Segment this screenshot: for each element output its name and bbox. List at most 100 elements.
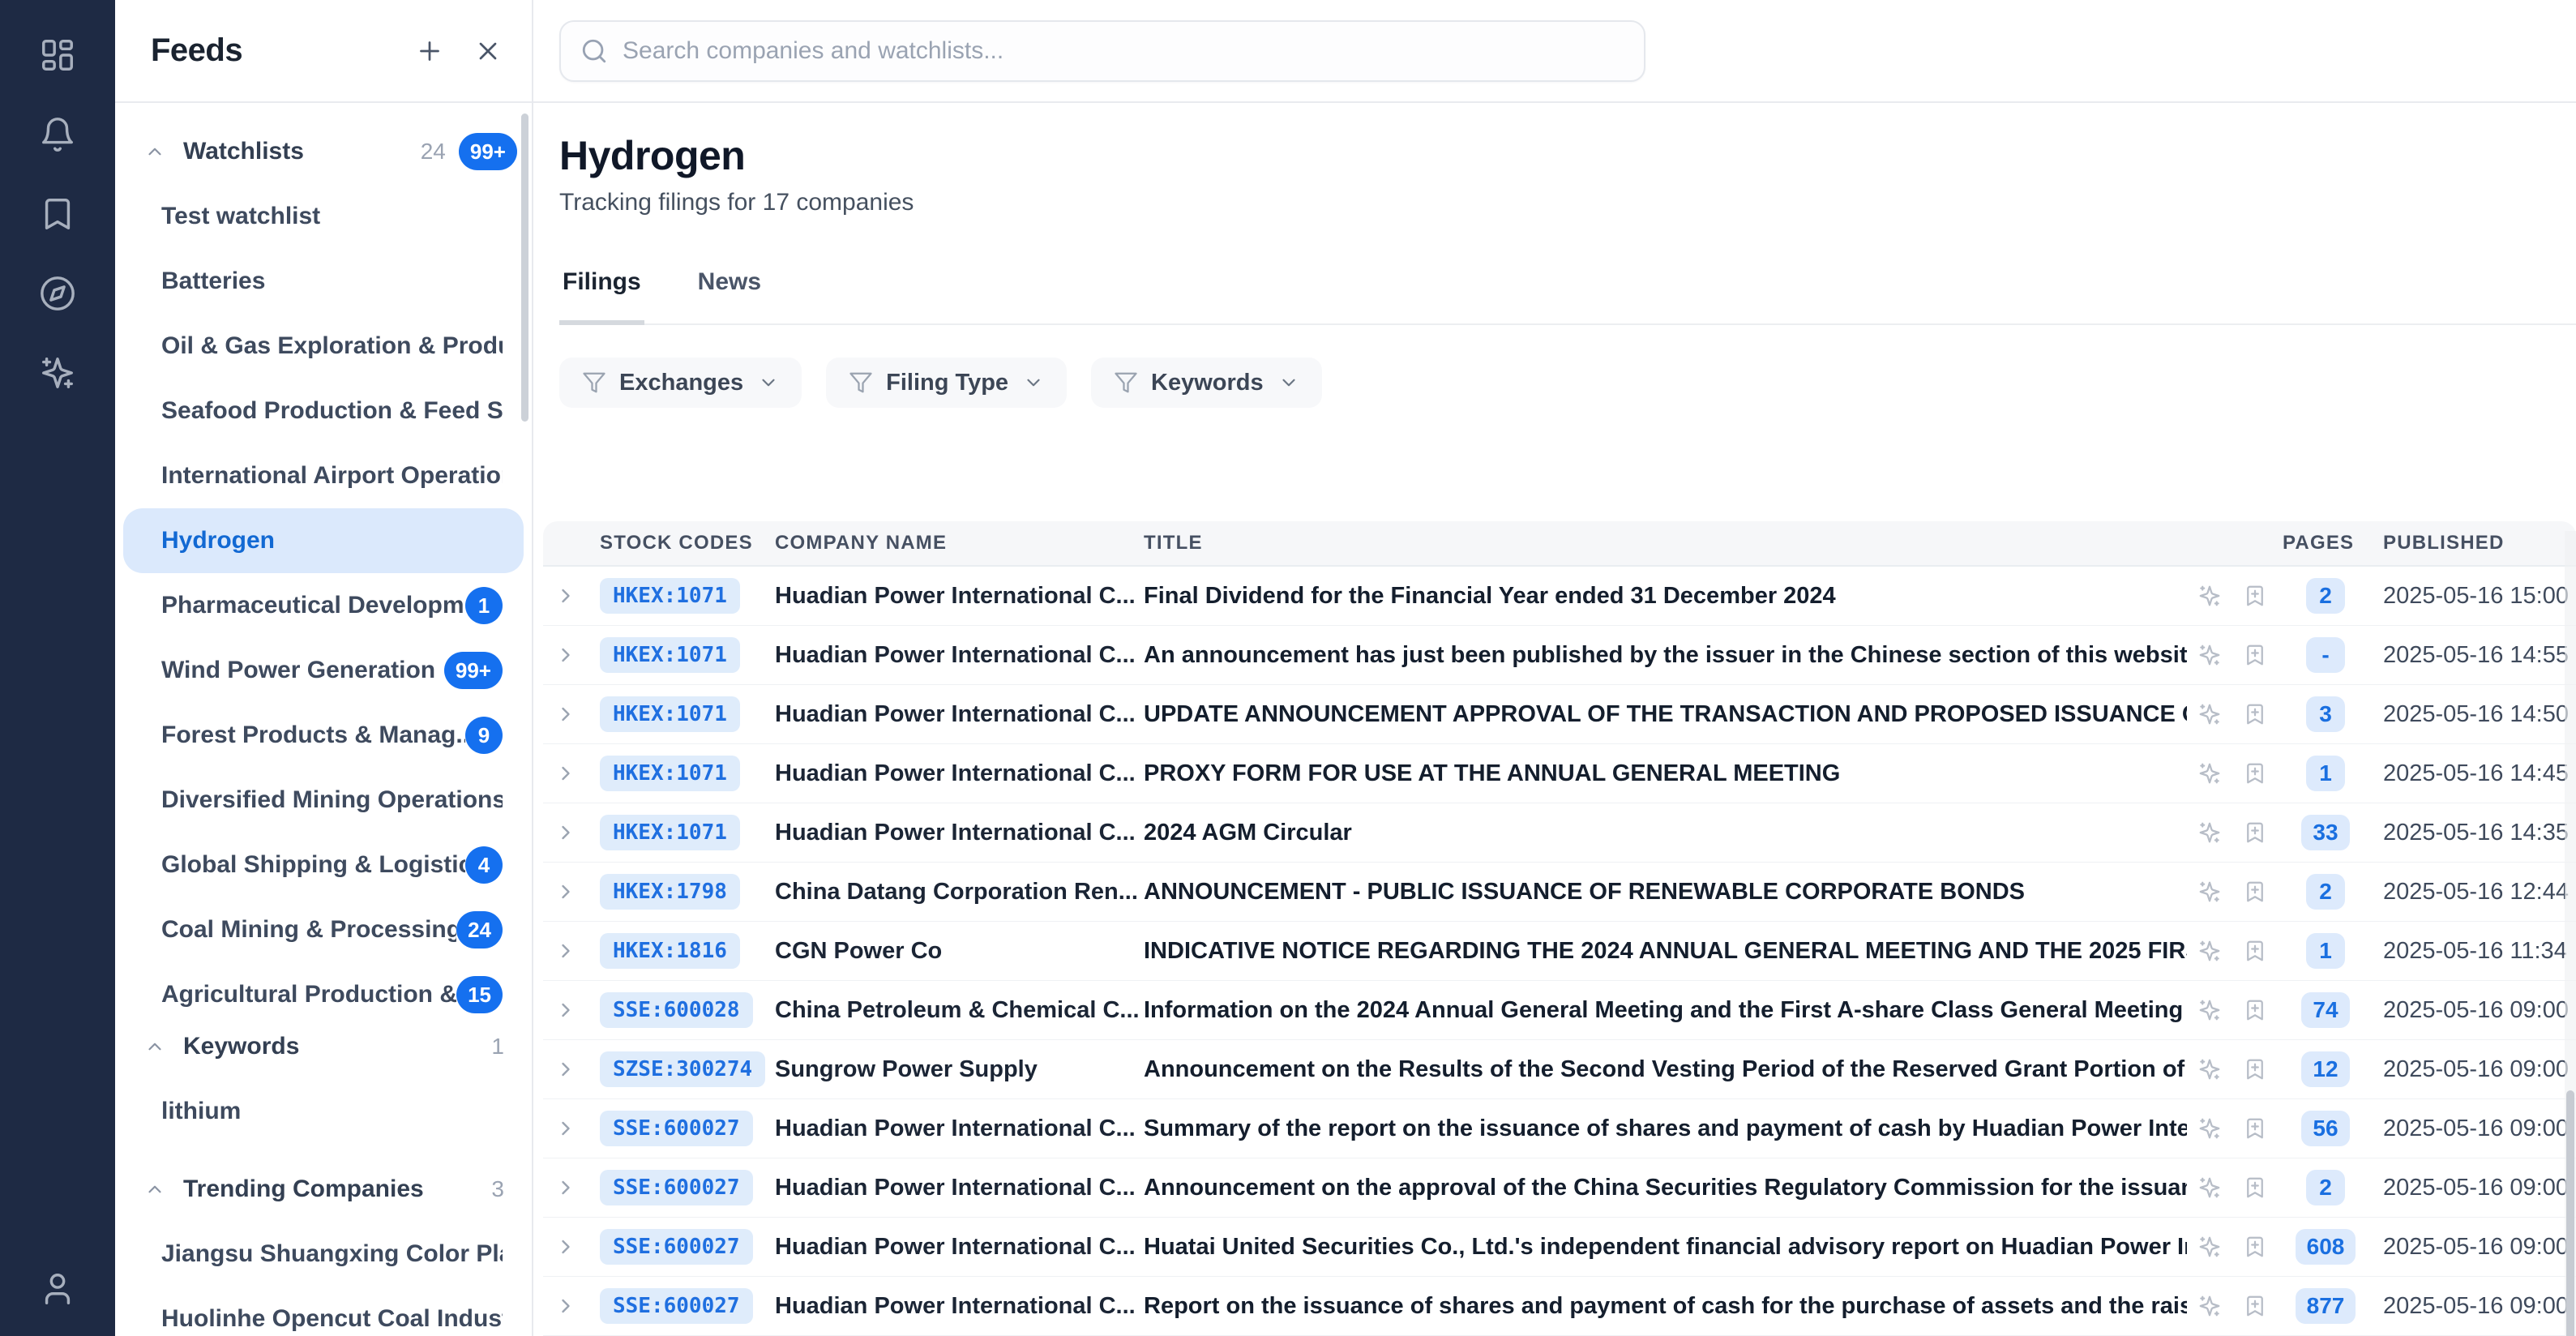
- trending-item[interactable]: Jiangsu Shuangxing Color Plas...: [123, 1222, 524, 1287]
- watchlist-item[interactable]: Wind Power Generation 99+: [123, 638, 524, 703]
- watchlist-item[interactable]: Coal Mining & Processing 24: [123, 897, 524, 962]
- add-feed-button[interactable]: [415, 36, 444, 66]
- table-row[interactable]: HKEX:1071 Huadian Power International C.…: [543, 685, 2576, 744]
- table-row[interactable]: SSE:600027 Huadian Power International C…: [543, 1277, 2576, 1336]
- feeds-panel-scrollbar[interactable]: [521, 113, 528, 422]
- watchlist-item[interactable]: Diversified Mining Operations: [123, 768, 524, 833]
- table-row[interactable]: SSE:600028 China Petroleum & Chemical C.…: [543, 981, 2576, 1040]
- ai-summary-sparkles-icon[interactable]: [2197, 761, 2222, 786]
- bookmark-plus-icon[interactable]: [2243, 1175, 2267, 1200]
- chevron-right-icon[interactable]: [554, 1295, 577, 1317]
- watchlist-item[interactable]: Batteries: [123, 249, 524, 314]
- ai-summary-sparkles-icon[interactable]: [2197, 1294, 2222, 1318]
- chevron-right-icon[interactable]: [554, 1117, 577, 1140]
- table-scrollbar-track[interactable]: [2565, 531, 2576, 1336]
- pages-cell: 2: [2278, 578, 2373, 614]
- funnel-icon: [849, 370, 873, 395]
- bookmark-plus-icon[interactable]: [2243, 1116, 2267, 1141]
- watchlist-item[interactable]: Seafood Production & Feed Su...: [123, 379, 524, 443]
- bookmark-plus-icon[interactable]: [2243, 761, 2267, 786]
- bell-icon[interactable]: [35, 112, 80, 157]
- stock-code-cell: HKEX:1071: [588, 756, 775, 791]
- watchlist-item[interactable]: Test watchlist: [123, 184, 524, 249]
- ai-summary-sparkles-icon[interactable]: [2197, 939, 2222, 963]
- table-row[interactable]: SSE:600027 Huadian Power International C…: [543, 1218, 2576, 1277]
- user-icon[interactable]: [35, 1266, 80, 1312]
- chevron-right-icon[interactable]: [554, 1235, 577, 1258]
- tab[interactable]: News: [695, 268, 764, 325]
- bookmark-plus-icon[interactable]: [2243, 880, 2267, 904]
- tab[interactable]: Filings: [559, 268, 644, 325]
- trending-section-header[interactable]: Trending Companies 3: [115, 1157, 532, 1222]
- table-row[interactable]: HKEX:1071 Huadian Power International C.…: [543, 803, 2576, 863]
- keywords-section-header[interactable]: Keywords 1: [115, 1014, 532, 1079]
- sparkles-icon[interactable]: [35, 350, 80, 396]
- chevron-right-icon[interactable]: [554, 940, 577, 962]
- pages-badge: 1: [2306, 756, 2345, 791]
- ai-summary-sparkles-icon[interactable]: [2197, 702, 2222, 726]
- chevron-right-icon[interactable]: [554, 703, 577, 726]
- ai-summary-sparkles-icon[interactable]: [2197, 1057, 2222, 1081]
- ai-summary-sparkles-icon[interactable]: [2197, 998, 2222, 1022]
- filter-label: Exchanges: [619, 370, 743, 396]
- watchlist-item[interactable]: Global Shipping & Logistics 4: [123, 833, 524, 897]
- search-bar[interactable]: [559, 20, 1645, 82]
- watchlist-item[interactable]: Oil & Gas Exploration & Produ...: [123, 314, 524, 379]
- dashboard-icon[interactable]: [35, 32, 80, 78]
- bookmark-plus-icon[interactable]: [2243, 643, 2267, 667]
- chevron-right-icon[interactable]: [554, 821, 577, 844]
- table-row[interactable]: HKEX:1071 Huadian Power International C.…: [543, 744, 2576, 803]
- chevron-right-icon[interactable]: [554, 1058, 577, 1081]
- table-row[interactable]: SZSE:300274 Sungrow Power Supply Announc…: [543, 1040, 2576, 1099]
- ai-summary-sparkles-icon[interactable]: [2197, 1175, 2222, 1200]
- keyword-item[interactable]: lithium: [123, 1079, 524, 1144]
- search-input[interactable]: [623, 37, 1624, 65]
- table-scrollbar-thumb[interactable]: [2566, 1090, 2574, 1336]
- bookmark-plus-icon[interactable]: [2243, 1057, 2267, 1081]
- chevron-down-icon: [1278, 372, 1299, 393]
- watchlist-item-label: Hydrogen: [161, 527, 503, 555]
- ai-summary-sparkles-icon[interactable]: [2197, 584, 2222, 608]
- bookmark-plus-icon[interactable]: [2243, 998, 2267, 1022]
- watchlist-item[interactable]: Forest Products & Manag... 9: [123, 703, 524, 768]
- filter-button[interactable]: Exchanges: [559, 358, 802, 408]
- close-panel-button[interactable]: [473, 36, 503, 66]
- chevron-right-icon[interactable]: [554, 1176, 577, 1199]
- chevron-right-icon[interactable]: [554, 880, 577, 903]
- company-name-cell: Huadian Power International C...: [775, 583, 1144, 610]
- bookmark-icon[interactable]: [35, 191, 80, 237]
- chevron-right-icon[interactable]: [554, 762, 577, 785]
- bookmark-plus-icon[interactable]: [2243, 702, 2267, 726]
- watchlist-item[interactable]: Hydrogen: [123, 508, 524, 573]
- table-row[interactable]: HKEX:1071 Huadian Power International C.…: [543, 567, 2576, 626]
- chevron-right-icon[interactable]: [554, 999, 577, 1021]
- bookmark-plus-icon[interactable]: [2243, 820, 2267, 845]
- ai-summary-sparkles-icon[interactable]: [2197, 820, 2222, 845]
- filter-button[interactable]: Keywords: [1091, 358, 1322, 408]
- filings-table: STOCK CODES COMPANY NAME TITLE PAGES PUB…: [543, 521, 2576, 1336]
- table-row[interactable]: HKEX:1816 CGN Power Co INDICATIVE NOTICE…: [543, 922, 2576, 981]
- table-row[interactable]: HKEX:1071 Huadian Power International C.…: [543, 626, 2576, 685]
- table-row[interactable]: SSE:600027 Huadian Power International C…: [543, 1099, 2576, 1158]
- chevron-right-icon[interactable]: [554, 584, 577, 607]
- watchlist-item[interactable]: Agricultural Production & 15: [123, 962, 524, 1014]
- compass-icon[interactable]: [35, 271, 80, 316]
- ai-summary-sparkles-icon[interactable]: [2197, 1235, 2222, 1259]
- table-row[interactable]: HKEX:1798 China Datang Corporation Ren..…: [543, 863, 2576, 922]
- bookmark-plus-icon[interactable]: [2243, 939, 2267, 963]
- chevron-right-icon[interactable]: [554, 644, 577, 666]
- bookmark-plus-icon[interactable]: [2243, 1294, 2267, 1318]
- ai-summary-sparkles-icon[interactable]: [2197, 643, 2222, 667]
- ai-summary-sparkles-icon[interactable]: [2197, 880, 2222, 904]
- company-name-cell: Huadian Power International C...: [775, 1115, 1144, 1142]
- table-row[interactable]: SSE:600027 Huadian Power International C…: [543, 1158, 2576, 1218]
- watchlist-item-label: Global Shipping & Logistics: [161, 851, 465, 879]
- bookmark-plus-icon[interactable]: [2243, 1235, 2267, 1259]
- filter-button[interactable]: Filing Type: [826, 358, 1067, 408]
- watchlist-item[interactable]: Pharmaceutical Developm... 1: [123, 573, 524, 638]
- watchlist-item[interactable]: International Airport Operations: [123, 443, 524, 508]
- ai-summary-sparkles-icon[interactable]: [2197, 1116, 2222, 1141]
- bookmark-plus-icon[interactable]: [2243, 584, 2267, 608]
- watchlists-section-header[interactable]: Watchlists 24 99+: [115, 119, 532, 184]
- trending-item[interactable]: Huolinhe Opencut Coal Indust...: [123, 1287, 524, 1336]
